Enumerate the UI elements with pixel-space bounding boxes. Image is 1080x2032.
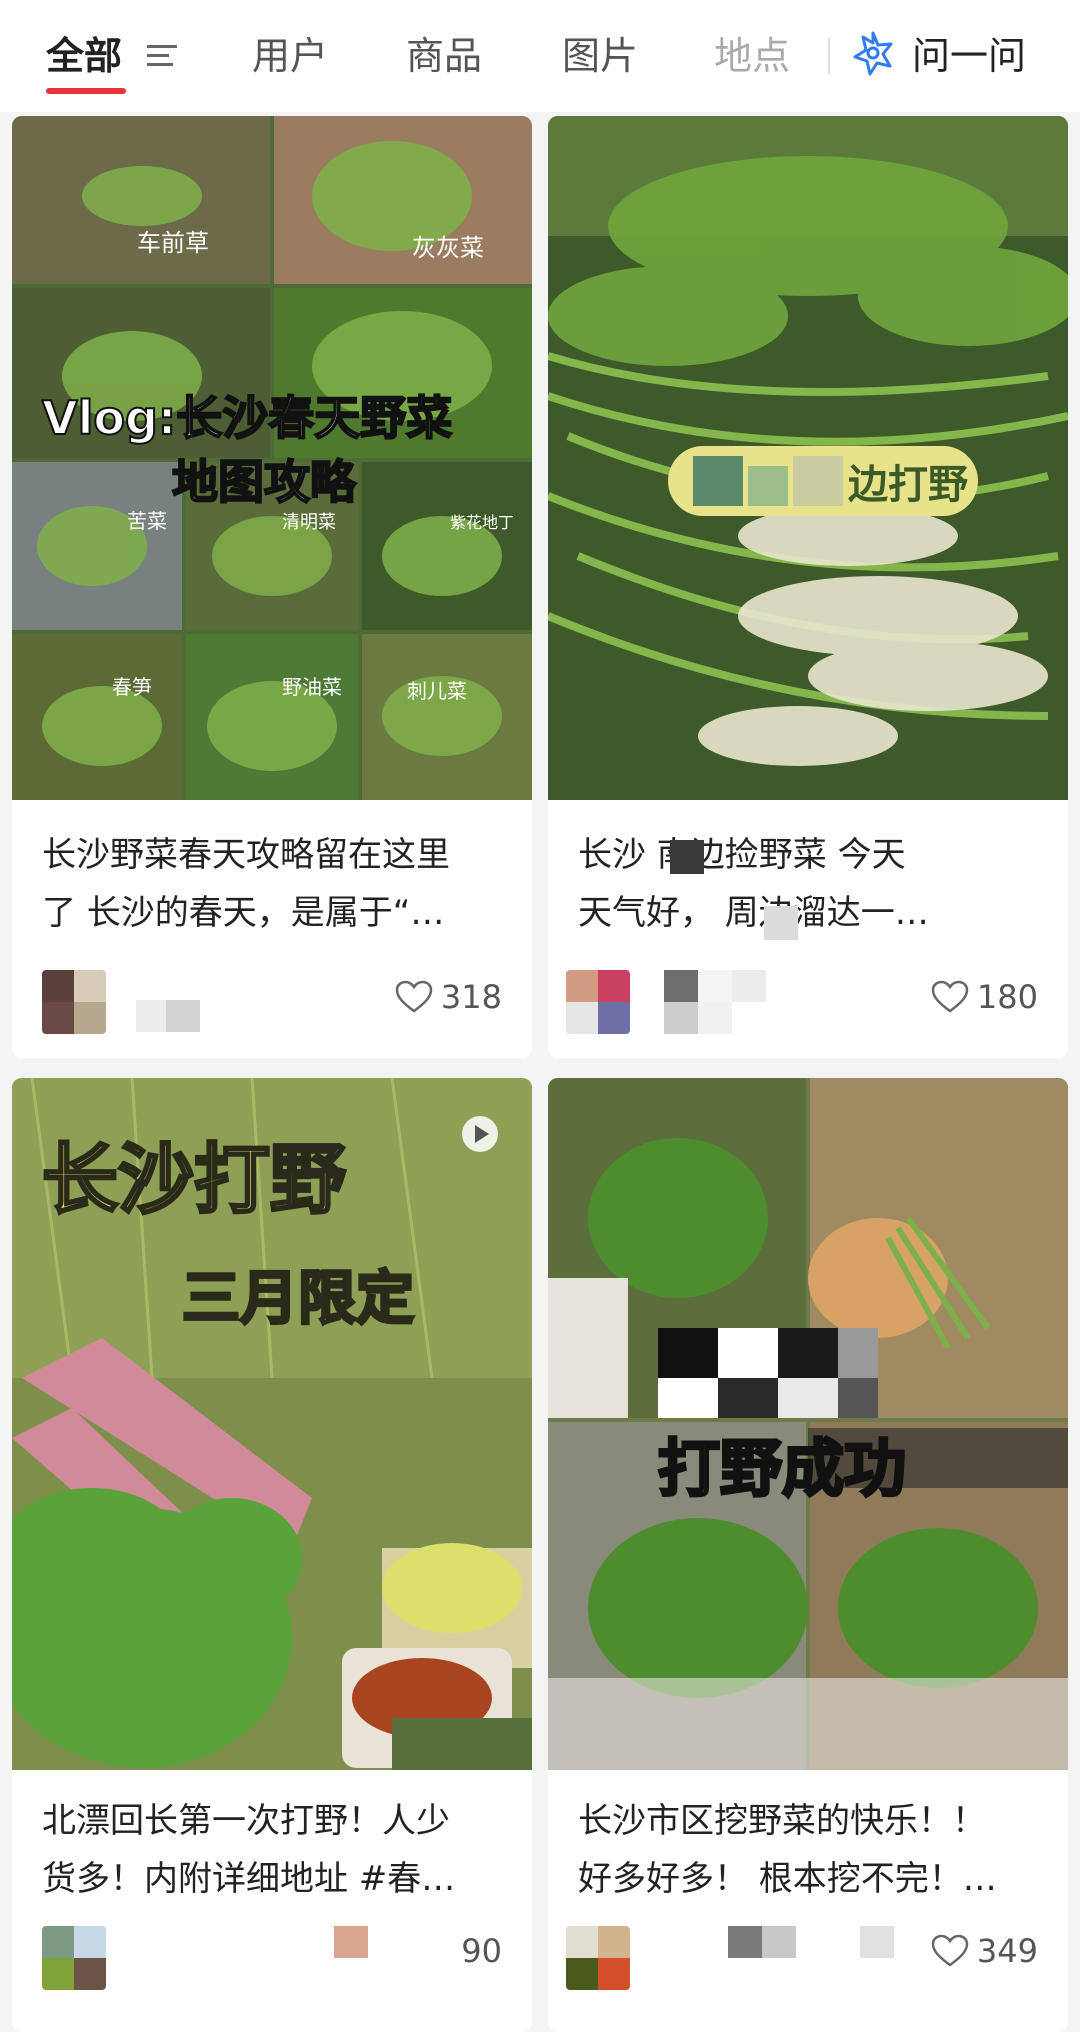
plant-label: 灰灰菜 bbox=[412, 234, 484, 262]
blurred-username bbox=[762, 1926, 796, 1958]
note-cover-image: 边打野 bbox=[548, 116, 1068, 800]
like-count[interactable]: 180 bbox=[931, 978, 1038, 1016]
note-card[interactable]: 长沙打野 三月限定 北漂回长第一次打野！人少 货多！内附详细地址 #春… 90 bbox=[12, 1078, 532, 2032]
tab-divider bbox=[828, 38, 830, 74]
tab-users[interactable]: 用户 bbox=[252, 28, 328, 84]
blurred-username bbox=[166, 1000, 200, 1032]
blurred-username bbox=[664, 970, 698, 1002]
like-count[interactable]: 318 bbox=[395, 978, 502, 1016]
filter-icon[interactable] bbox=[145, 40, 181, 72]
note-title[interactable]: 北漂回长第一次打野！人少 货多！内附详细地址 #春… bbox=[42, 1792, 512, 1908]
cover-overlay-subtitle: 三月限定 bbox=[182, 1264, 414, 1332]
note-cover-image: 打野成功 bbox=[548, 1078, 1068, 1770]
note-title[interactable]: 长沙 南边捡野菜 今天 天气好， 周边溜达一… bbox=[578, 826, 1048, 942]
heart-outline-icon[interactable] bbox=[931, 980, 969, 1014]
heart-outline-icon[interactable] bbox=[395, 980, 433, 1014]
plant-label: 刺儿菜 bbox=[407, 679, 467, 703]
note-title[interactable]: 长沙野菜春天攻略留在这里 了 长沙的春天，是属于“… bbox=[42, 826, 512, 942]
cover-overlay-text: 边打野 bbox=[848, 462, 968, 508]
blurred-username bbox=[664, 1002, 698, 1034]
avatar[interactable] bbox=[566, 970, 630, 1034]
tab-ask[interactable]: 问一问 bbox=[912, 28, 1026, 84]
blurred-username bbox=[698, 1002, 732, 1034]
plant-label: 苦菜 bbox=[127, 509, 167, 533]
ask-star-icon[interactable] bbox=[850, 30, 896, 76]
blurred-username bbox=[860, 1926, 894, 1958]
note-title[interactable]: 长沙市区挖野菜的快乐！！ 好多好多！ 根本挖不完！… bbox=[578, 1792, 1048, 1908]
blurred-username bbox=[732, 970, 766, 1002]
blurred-text bbox=[670, 840, 704, 874]
cover-overlay-text: 打野成功 bbox=[658, 1432, 906, 1505]
active-tab-indicator bbox=[46, 88, 126, 94]
blurred-username bbox=[136, 1000, 166, 1032]
avatar[interactable] bbox=[42, 1926, 106, 1990]
avatar[interactable] bbox=[566, 1926, 630, 1990]
cover-overlay-subtitle: 地图攻略 bbox=[172, 455, 357, 509]
tab-products[interactable]: 商品 bbox=[406, 28, 482, 84]
blurred-username bbox=[698, 970, 732, 1002]
tab-all[interactable]: 全部 bbox=[46, 28, 122, 84]
blurred-username bbox=[728, 1926, 762, 1958]
plant-label: 野油菜 bbox=[282, 675, 342, 699]
like-count[interactable]: 349 bbox=[931, 1932, 1038, 1970]
like-count[interactable]: 90 bbox=[461, 1932, 502, 1970]
blurred-username bbox=[334, 1926, 368, 1958]
note-cover-image: 长沙打野 三月限定 bbox=[12, 1078, 532, 1770]
plant-label: 清明菜 bbox=[282, 512, 336, 533]
note-card[interactable]: 车前草 灰灰菜 苦菜 清明菜 紫花地丁 春笋 野油菜 刺儿菜 Vlog:长沙春天… bbox=[12, 116, 532, 1058]
search-tab-bar: 全部 用户 商品 图片 地点 问一问 bbox=[0, 0, 1080, 112]
cover-overlay-title: 长沙打野 bbox=[42, 1135, 346, 1224]
avatar[interactable] bbox=[42, 970, 106, 1034]
plant-label: 春笋 bbox=[112, 675, 152, 699]
plant-label: 紫花地丁 bbox=[450, 513, 514, 532]
note-card[interactable]: 打野成功 长沙市区挖野菜的快乐！！ 好多好多！ 根本挖不完！… 349 bbox=[548, 1078, 1068, 2032]
tab-places[interactable]: 地点 bbox=[714, 28, 790, 84]
note-card[interactable]: 边打野 长沙 南边捡野菜 今天 天气好， 周边溜达一… 180 bbox=[548, 116, 1068, 1058]
plant-label: 车前草 bbox=[137, 229, 209, 257]
tab-images[interactable]: 图片 bbox=[562, 28, 638, 84]
blurred-text bbox=[764, 906, 798, 940]
heart-outline-icon[interactable] bbox=[931, 1934, 969, 1968]
cover-overlay-title: Vlog:长沙春天野菜 bbox=[42, 391, 452, 445]
note-cover-image: 车前草 灰灰菜 苦菜 清明菜 紫花地丁 春笋 野油菜 刺儿菜 Vlog:长沙春天… bbox=[12, 116, 532, 800]
